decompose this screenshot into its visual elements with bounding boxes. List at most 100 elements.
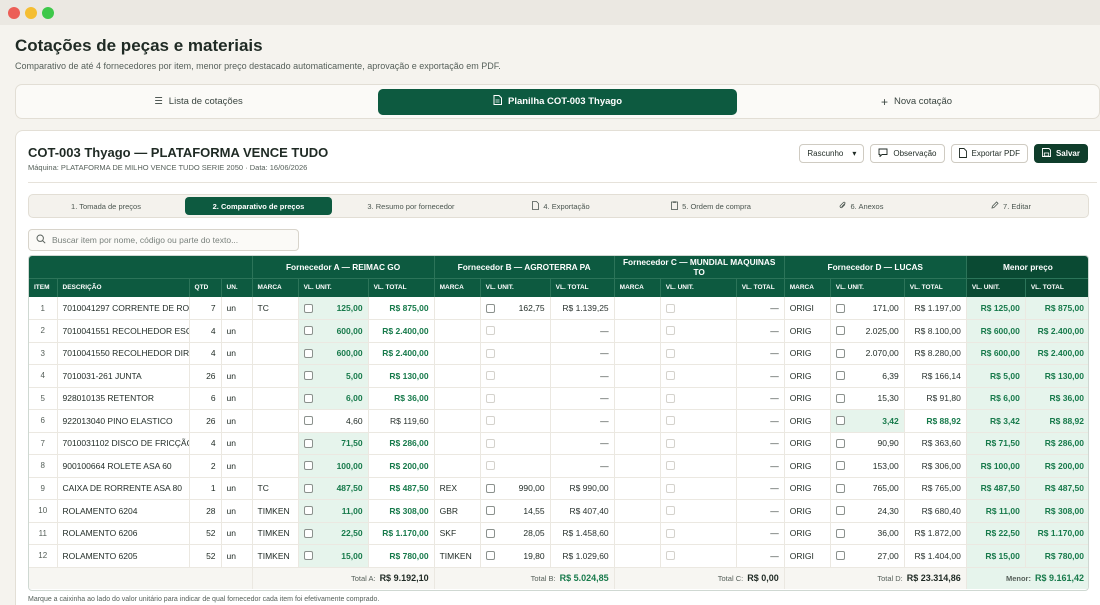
purchased-checkbox[interactable]: [835, 551, 845, 561]
purchased-checkbox[interactable]: [485, 303, 495, 313]
purchased-checkbox[interactable]: [303, 528, 313, 538]
item-qty: 7: [189, 297, 222, 320]
purchased-checkbox[interactable]: [303, 506, 313, 516]
purchased-checkbox[interactable]: [303, 326, 313, 336]
purchased-checkbox[interactable]: [485, 528, 495, 538]
purchased-checkbox[interactable]: [665, 461, 675, 471]
supplier-b-unit-price: 14,55: [480, 499, 551, 523]
tab-quote-sheet[interactable]: Planilha COT-003 Thyago: [378, 88, 737, 115]
window-titlebar: [0, 0, 1100, 25]
purchased-checkbox[interactable]: [303, 303, 313, 313]
supplier-a-brand: TC: [252, 297, 299, 320]
supplier-c-brand: [614, 387, 661, 410]
supplier-b-total: —: [550, 432, 615, 455]
purchased-checkbox[interactable]: [835, 393, 845, 403]
purchased-checkbox[interactable]: [665, 371, 675, 381]
purchased-checkbox[interactable]: [835, 461, 845, 471]
purchased-checkbox[interactable]: [835, 371, 845, 381]
supplier-d-brand: ORIG: [784, 387, 831, 410]
step-anexos[interactable]: 6. Anexos: [786, 197, 936, 215]
minimize-window-dot[interactable]: [25, 6, 37, 19]
search-input[interactable]: Buscar item por nome, código ou parte do…: [28, 229, 299, 251]
purchased-checkbox[interactable]: [303, 551, 313, 561]
purchased-checkbox[interactable]: [665, 506, 675, 516]
step-tomada-de-precos[interactable]: 1. Tomada de preços: [31, 197, 181, 215]
purchased-checkbox[interactable]: [665, 303, 675, 313]
observation-button[interactable]: Observação: [870, 144, 945, 163]
purchased-checkbox[interactable]: [485, 326, 495, 336]
purchased-checkbox[interactable]: [665, 438, 675, 448]
supplier-b-total: —: [550, 454, 615, 478]
purchased-checkbox[interactable]: [303, 461, 313, 471]
supplier-c-total: —: [736, 319, 785, 343]
col-c-brand: MARCA: [614, 277, 661, 297]
purchased-checkbox[interactable]: [665, 416, 675, 426]
purchased-checkbox[interactable]: [835, 483, 845, 493]
export-pdf-button[interactable]: Exportar PDF: [950, 144, 1028, 163]
unit-price-value: 5,00: [346, 370, 363, 381]
purchased-checkbox[interactable]: [303, 348, 313, 358]
item-description: 7010031-261 JUNTA: [57, 364, 190, 388]
purchased-checkbox[interactable]: [835, 528, 845, 538]
purchased-checkbox[interactable]: [835, 438, 845, 448]
best-total: R$ 308,00: [1025, 499, 1088, 523]
purchased-checkbox[interactable]: [485, 438, 495, 448]
purchased-checkbox[interactable]: [665, 528, 675, 538]
unit-price-wrap: 15,00: [303, 551, 363, 561]
unit-price-wrap: [485, 416, 545, 426]
supplier-d-unit-price: 24,30: [830, 499, 905, 523]
purchased-checkbox[interactable]: [485, 461, 495, 471]
step-exportacao[interactable]: 4. Exportação: [486, 197, 636, 215]
purchased-checkbox[interactable]: [485, 506, 495, 516]
purchased-checkbox[interactable]: [485, 348, 495, 358]
step-resumo[interactable]: 3. Resumo por fornecedor: [336, 197, 486, 215]
tab-new-quote[interactable]: + Nova cotação: [737, 89, 1096, 115]
supplier-a-unit-price: 22,50: [298, 522, 369, 545]
quote-card: COT-003 Thyago — PLATAFORMA VENCE TUDO M…: [15, 130, 1100, 605]
step-ordem-de-compra[interactable]: 5. Ordem de compra: [636, 197, 786, 215]
total-value: R$ 9.161,42: [1034, 573, 1084, 584]
purchased-checkbox[interactable]: [485, 483, 495, 493]
unit-price-wrap: [485, 461, 545, 471]
purchased-checkbox[interactable]: [665, 393, 675, 403]
purchased-checkbox[interactable]: [303, 483, 313, 493]
status-select[interactable]: Rascunho ▾: [799, 144, 865, 163]
supplier-c-total: —: [736, 387, 785, 410]
purchased-checkbox[interactable]: [485, 416, 495, 426]
tab-quote-list[interactable]: ☰ Lista de cotações: [19, 89, 378, 115]
unit-price-wrap: 6,00: [303, 393, 363, 403]
purchased-checkbox[interactable]: [485, 551, 495, 561]
purchased-checkbox[interactable]: [835, 348, 845, 358]
purchased-checkbox[interactable]: [665, 348, 675, 358]
page-subtitle: Comparativo de até 4 fornecedores por it…: [15, 61, 501, 71]
purchased-checkbox[interactable]: [303, 371, 313, 381]
unit-price-wrap: 600,00: [303, 348, 363, 358]
purchased-checkbox[interactable]: [835, 506, 845, 516]
supplier-c-unit-price: [660, 477, 737, 500]
purchased-checkbox[interactable]: [303, 393, 313, 403]
purchased-checkbox[interactable]: [485, 371, 495, 381]
purchased-checkbox[interactable]: [665, 551, 675, 561]
save-button[interactable]: Salvar: [1033, 144, 1088, 163]
unit-price-wrap: [485, 371, 545, 381]
unit-price-wrap: 27,00: [835, 551, 899, 561]
supplier-b-unit-price: [480, 409, 551, 433]
step-comparativo[interactable]: 2. Comparativo de preços: [185, 197, 332, 215]
purchased-checkbox[interactable]: [303, 438, 313, 448]
total-label: Total C:: [717, 574, 744, 584]
purchased-checkbox[interactable]: [665, 326, 675, 336]
purchased-checkbox[interactable]: [303, 416, 313, 426]
purchased-checkbox[interactable]: [835, 326, 845, 336]
close-window-dot[interactable]: [8, 6, 20, 19]
step-editar[interactable]: 7. Editar: [936, 197, 1086, 215]
table-row: 6 922013040 PINO ELASTICO 26 un 4,60 R$ 119,6…: [29, 409, 1088, 433]
supplier-a-total: R$ 2.400,00: [368, 319, 435, 343]
supplier-a-total: R$ 2.400,00: [368, 342, 435, 365]
tab-label: Planilha COT-003 Thyago: [507, 96, 623, 107]
purchased-checkbox[interactable]: [485, 393, 495, 403]
purchased-checkbox[interactable]: [835, 416, 845, 426]
purchased-checkbox[interactable]: [835, 303, 845, 313]
purchased-checkbox[interactable]: [665, 483, 675, 493]
supplier-c-unit-price: [660, 387, 737, 410]
maximize-window-dot[interactable]: [42, 6, 54, 19]
